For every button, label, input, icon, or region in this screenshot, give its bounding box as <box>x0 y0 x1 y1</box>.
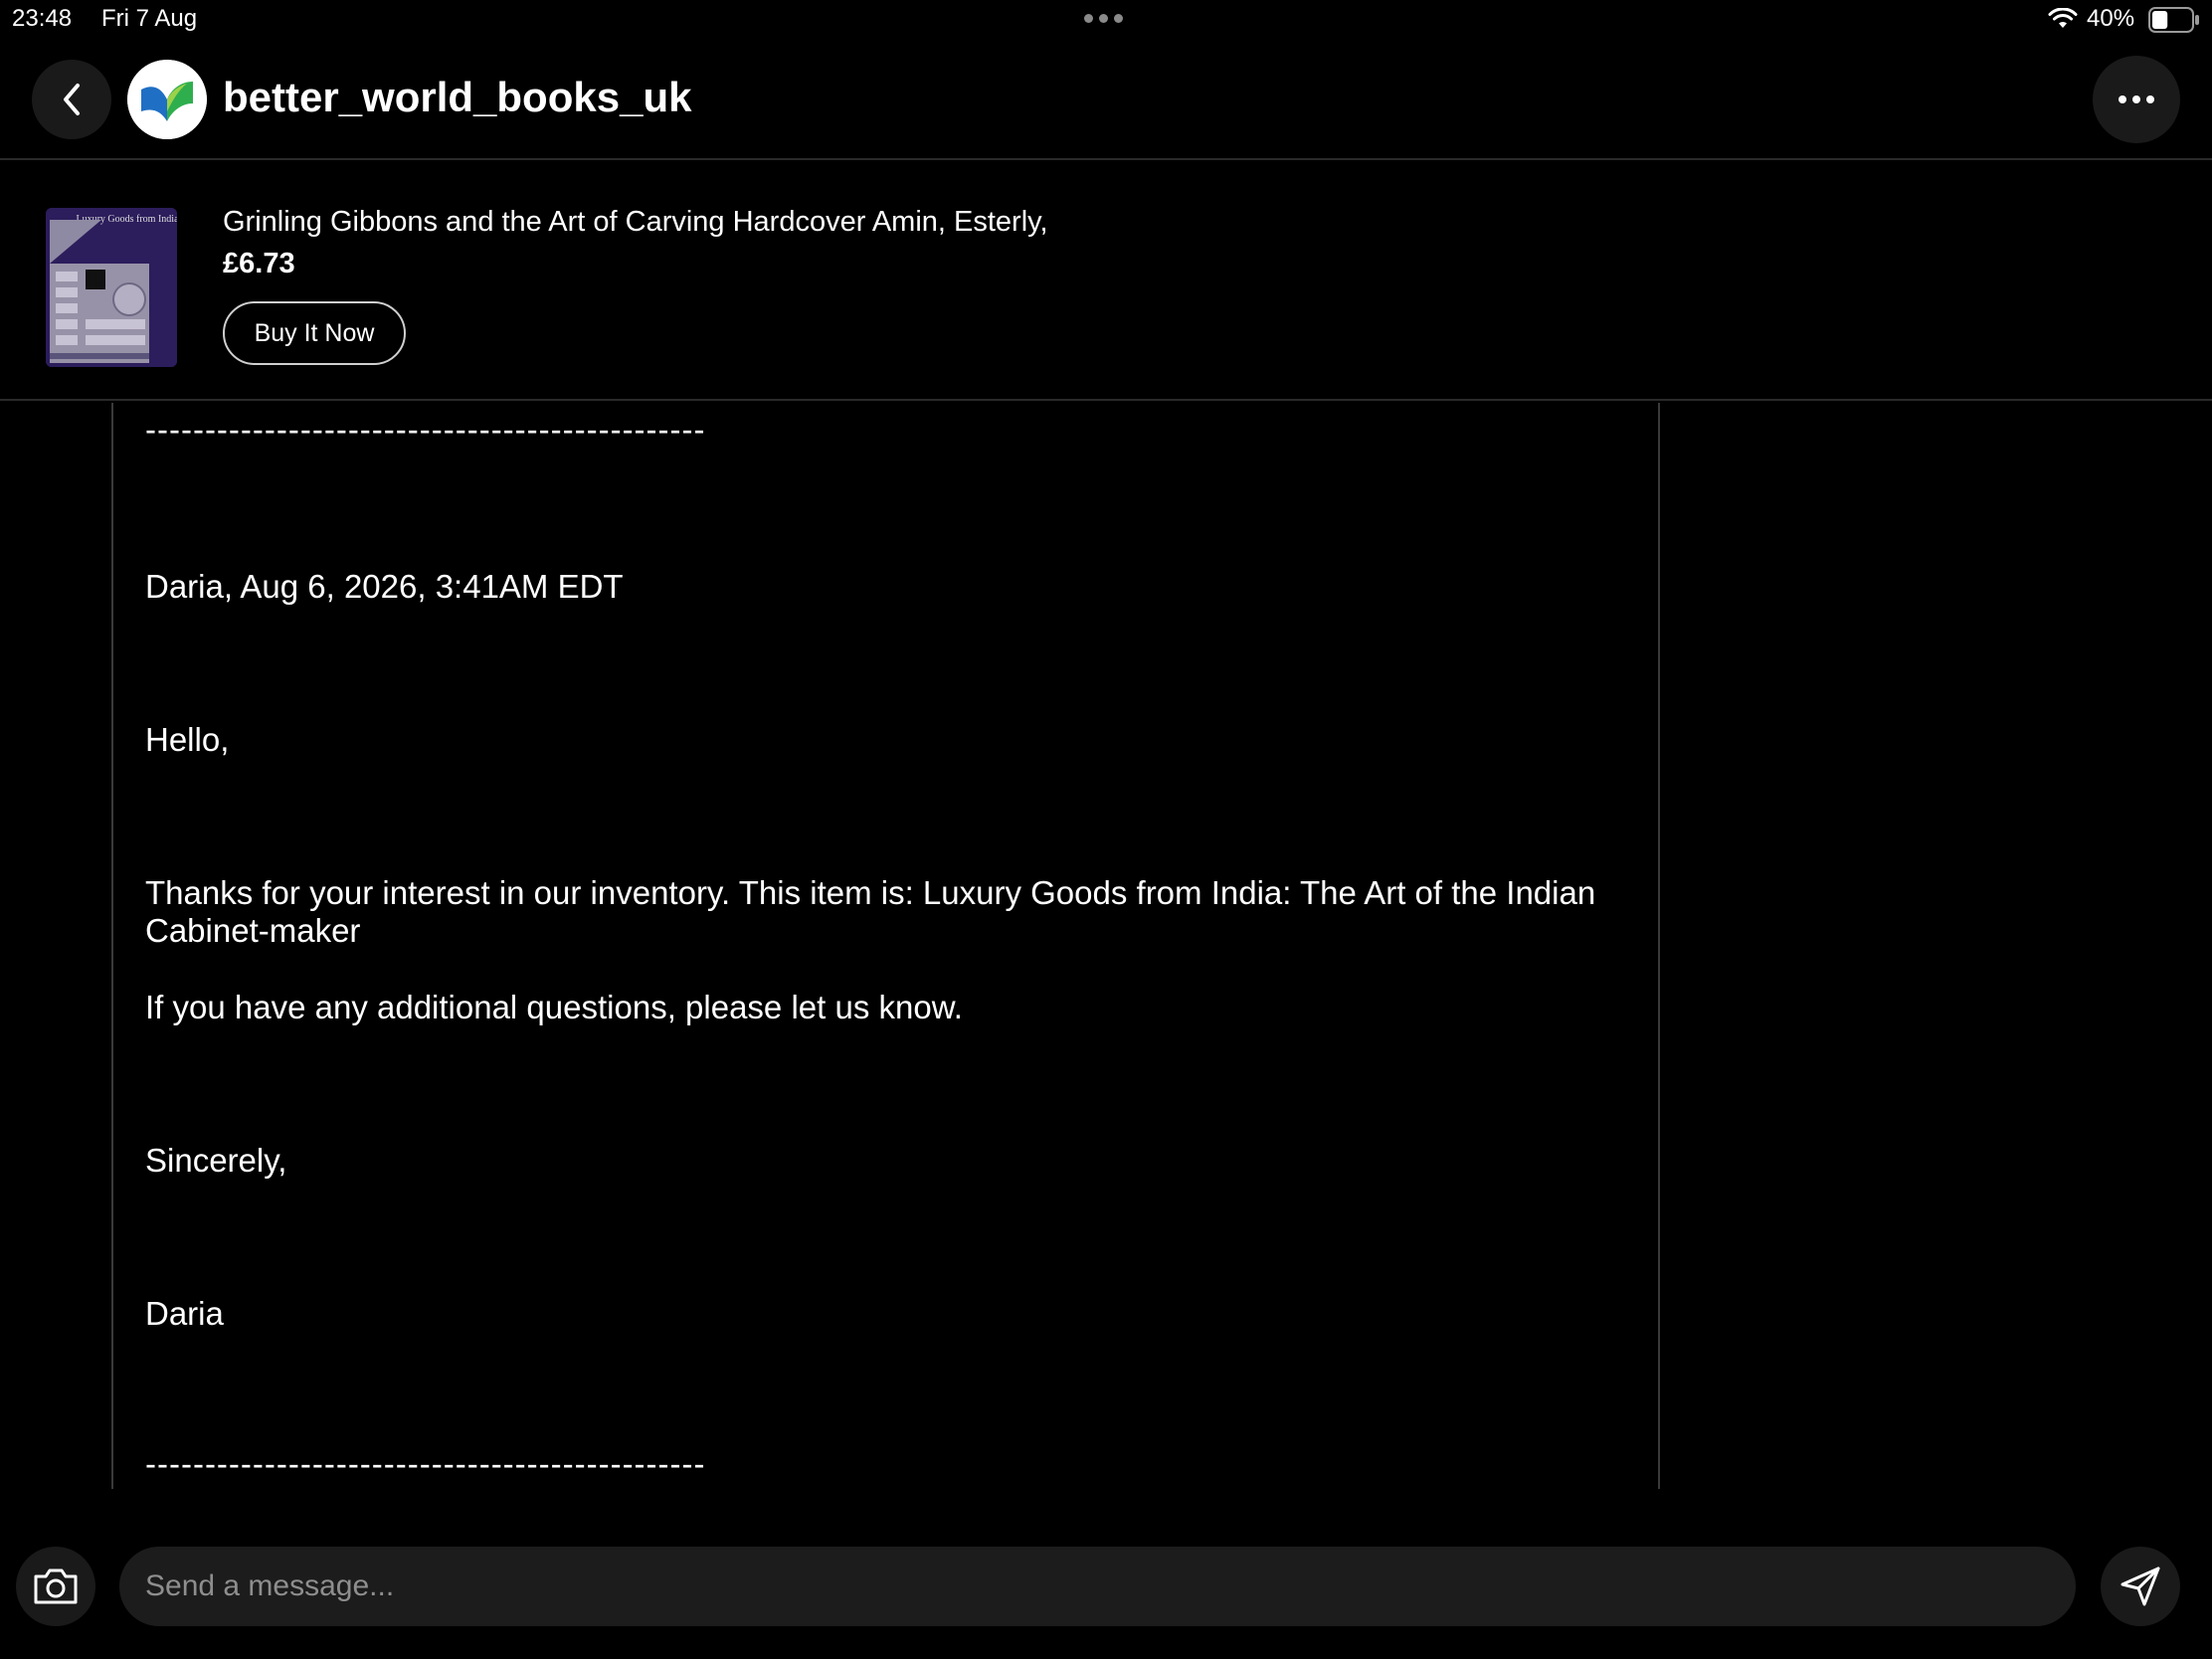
message-divider-bottom: ----------------------------------------… <box>145 1445 706 1482</box>
send-button[interactable] <box>2101 1547 2180 1626</box>
more-dots-icon <box>2119 95 2126 103</box>
camera-button[interactable] <box>16 1547 95 1626</box>
seller-avatar[interactable] <box>127 60 207 139</box>
message-body-line: If you have any additional questions, pl… <box>145 989 963 1025</box>
battery-percentage: 40% <box>2087 5 2135 32</box>
message-signature: Daria <box>145 1295 224 1332</box>
send-icon <box>2120 1567 2160 1606</box>
status-bar: 23:48 Fri 7 Aug 40% <box>0 0 2212 40</box>
item-title[interactable]: Grinling Gibbons and the Art of Carving … <box>223 206 1048 239</box>
wifi-icon <box>2048 8 2078 28</box>
item-thumbnail[interactable]: Luxury Goods from India <box>46 208 177 367</box>
message-divider-top: ----------------------------------------… <box>145 411 706 448</box>
status-date: Fri 7 Aug <box>101 5 198 32</box>
conversation-header: better_world_books_uk <box>0 40 2212 160</box>
message-bubble: ----------------------------------------… <box>111 403 1660 1489</box>
message-input[interactable] <box>119 1547 2076 1626</box>
message-sender-line: Daria, Aug 6, 2026, 3:41AM EDT <box>145 568 624 605</box>
chevron-left-icon <box>64 84 80 115</box>
seller-username[interactable]: better_world_books_uk <box>223 74 691 121</box>
book-cover-image: Luxury Goods from India <box>46 208 177 367</box>
status-time: 23:48 <box>12 5 73 32</box>
message-greeting: Hello, <box>145 721 230 758</box>
battery-icon <box>2148 7 2199 33</box>
multitasking-dots-icon[interactable] <box>1084 14 1123 23</box>
message-body-line: Cabinet-maker <box>145 912 361 949</box>
message-body-line: Thanks for your interest in our inventor… <box>145 874 1596 911</box>
buy-it-now-button[interactable]: Buy It Now <box>223 301 406 365</box>
conversation-screen: 23:48 Fri 7 Aug 40% better_world_books_u… <box>0 0 2212 1659</box>
camera-icon <box>34 1568 78 1604</box>
item-card: Luxury Goods from India Grinling Gibbons… <box>0 162 2212 401</box>
message-closing: Sincerely, <box>145 1142 287 1179</box>
back-button[interactable] <box>32 60 111 139</box>
message-composer <box>0 1512 2212 1659</box>
message-thread[interactable]: ----------------------------------------… <box>0 403 2212 1489</box>
more-options-button[interactable] <box>2093 56 2180 143</box>
item-price: £6.73 <box>223 248 295 279</box>
open-book-logo-icon <box>127 60 207 139</box>
